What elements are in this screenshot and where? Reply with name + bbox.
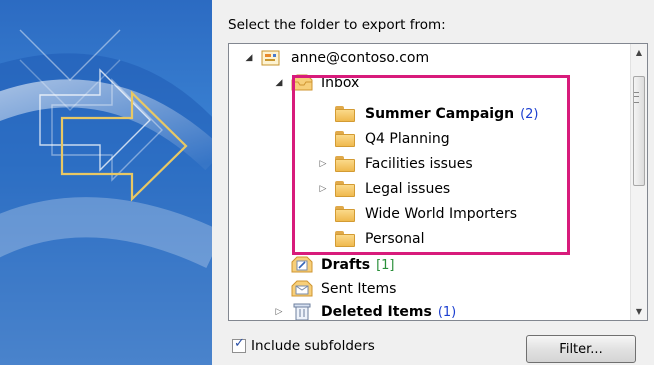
include-subfolders-option[interactable]: Include subfolders [232,336,375,354]
folder-icon [335,181,355,197]
tree-node-folder[interactable]: Personal [317,227,425,251]
tree-node-folder[interactable]: Wide World Importers [317,202,517,226]
filter-button[interactable]: Filter... [526,335,636,363]
tree-node-sent-items[interactable]: Sent Items [291,277,396,301]
drafts-icon [291,256,313,274]
include-subfolders-label: Include subfolders [251,338,375,354]
expand-arrow-icon[interactable]: ▷ [317,183,329,195]
expand-arrow-icon[interactable]: ▷ [317,158,329,170]
tree-node-inbox[interactable]: ◢ Inbox [273,71,359,95]
sent-items-icon [291,280,313,298]
tree-node-deleted-items[interactable]: ▷ Deleted Items (1) [273,300,457,320]
expand-arrow-icon[interactable]: ▷ [273,306,285,318]
tree-node-folder[interactable]: Q4 Planning [317,127,450,151]
tree-node-account[interactable]: ◢ anne@contoso.com [243,46,430,70]
drafts-count: [1] [376,257,395,273]
folder-label: Summer Campaign [365,106,515,122]
scrollbar-grip-icon [634,92,639,103]
folder-label: Legal issues [365,181,451,197]
folder-icon [335,131,355,147]
folder-label: Q4 Planning [365,131,450,147]
tree-node-folder[interactable]: ▷ Facilities issues [317,152,473,176]
scroll-up-arrow-icon[interactable]: ▲ [631,44,647,61]
sent-items-label: Sent Items [321,281,397,297]
mailbox-icon [261,49,283,67]
tree-node-folder[interactable]: ▷ Legal issues [317,177,450,201]
tree-node-drafts[interactable]: Drafts [1] [291,253,395,277]
inbox-label: Inbox [321,75,360,91]
include-subfolders-checkbox[interactable] [232,336,246,353]
scroll-down-arrow-icon[interactable]: ▼ [631,303,647,320]
folder-label: Personal [365,231,425,247]
tree-scrollbar[interactable]: ▲ ▼ [630,44,647,320]
export-dialog: Select the folder to export from: ◢ anne… [212,0,654,365]
drafts-label: Drafts [321,257,371,273]
tree-node-folder[interactable]: Summer Campaign (2) [317,102,539,126]
deleted-items-count: (1) [437,304,457,320]
folder-icon [335,231,355,247]
folder-tree[interactable]: ◢ anne@contoso.com ◢ Inbox Summer Campai… [228,43,648,321]
deleted-items-icon [291,303,313,320]
wizard-side-graphic [0,0,213,365]
folder-icon [335,206,355,222]
folder-select-prompt: Select the folder to export from: [228,17,446,33]
export-arrow-graphic [0,29,212,365]
collapse-arrow-icon[interactable]: ◢ [273,77,285,89]
unread-count: (2) [520,106,539,122]
collapse-arrow-icon[interactable]: ◢ [243,52,255,64]
inbox-icon [291,74,313,92]
folder-label: Facilities issues [365,156,473,172]
folder-icon [335,156,355,172]
folder-icon [335,106,355,122]
deleted-items-label: Deleted Items [321,304,432,320]
folder-label: Wide World Importers [365,206,518,222]
account-label: anne@contoso.com [291,50,430,66]
